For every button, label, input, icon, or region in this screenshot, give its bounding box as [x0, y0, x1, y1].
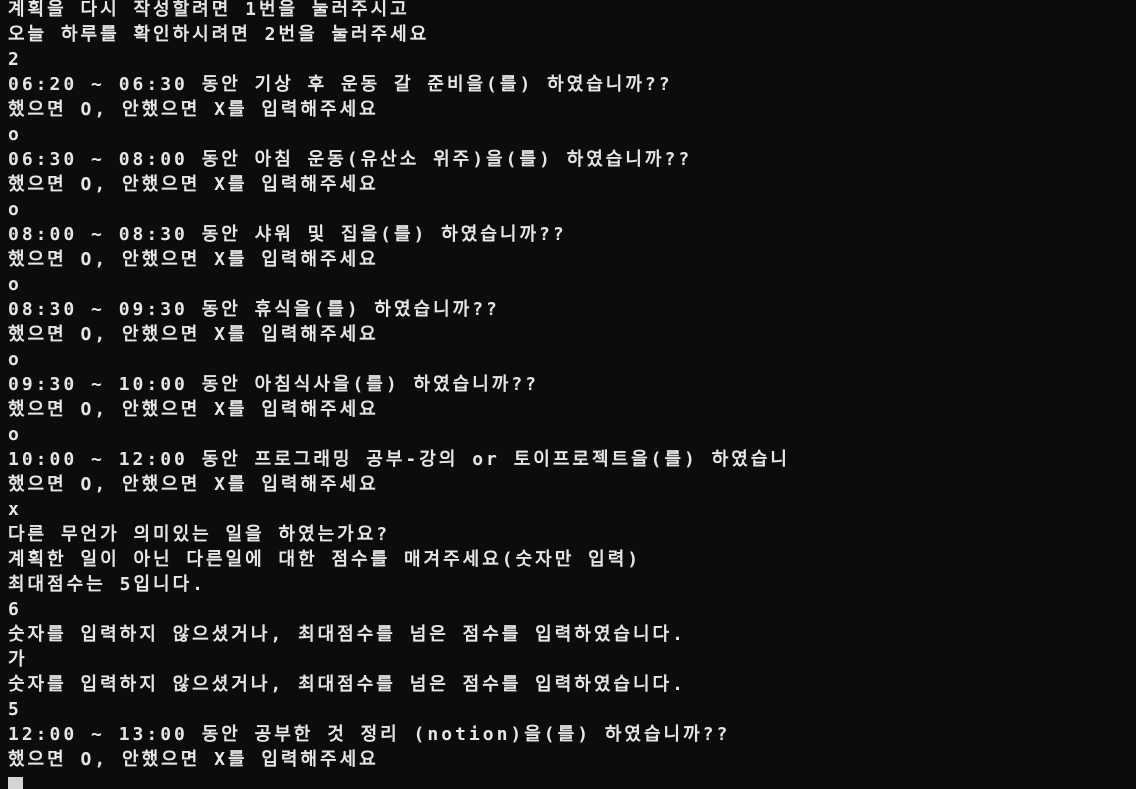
- output-line-question-4: 08:30 ~ 09:30 동안 휴식을(를) 하였습니까??: [8, 299, 500, 320]
- output-line-question-2: 06:30 ~ 08:00 동안 아침 운동(유산소 위주)을(를) 하였습니까…: [8, 149, 693, 170]
- text-cursor: [8, 777, 23, 789]
- input-line-answer-2: o: [8, 199, 22, 220]
- output-line-error-2: 숫자를 입력하지 않으셨거나, 최대점수를 넘은 점수를 입력하였습니다.: [8, 674, 686, 695]
- output-line-max-score: 최대점수는 5입니다.: [8, 574, 206, 595]
- input-line-score-3: 5: [8, 699, 22, 720]
- output-line-prompt-6: 했으면 O, 안했으면 X를 입력해주세요: [8, 474, 379, 495]
- output-line-error-1: 숫자를 입력하지 않으셨거나, 최대점수를 넘은 점수를 입력하였습니다.: [8, 624, 686, 645]
- output-line-prompt-1: 했으면 O, 안했으면 X를 입력해주세요: [8, 99, 379, 120]
- input-line-menu-choice: 2: [8, 49, 22, 70]
- input-line-current[interactable]: [8, 772, 1136, 789]
- input-line-answer-6: x: [8, 499, 22, 520]
- output-line-question-6: 10:00 ~ 12:00 동안 프로그래밍 공부-강의 or 토이프로젝트을(…: [8, 449, 790, 470]
- input-line-answer-5: o: [8, 424, 22, 445]
- input-line-score-1: 6: [8, 599, 22, 620]
- output-line-question-3: 08:00 ~ 08:30 동안 샤워 및 집을(를) 하였습니까??: [8, 224, 567, 245]
- output-line-prompt-4: 했으면 O, 안했으면 X를 입력해주세요: [8, 324, 379, 345]
- terminal-window[interactable]: 계획을 다시 작성할려면 1번을 눌러주시고 오늘 하루를 확인하시려면 2번을…: [0, 0, 1136, 789]
- output-line-prompt-5: 했으면 O, 안했으면 X를 입력해주세요: [8, 399, 379, 420]
- output-line-prompt-2: 했으면 O, 안했으면 X를 입력해주세요: [8, 174, 379, 195]
- input-line-answer-1: o: [8, 124, 22, 145]
- input-line-answer-4: o: [8, 349, 22, 370]
- output-line-question-1: 06:20 ~ 06:30 동안 기상 후 운동 갈 준비을(를) 하였습니까?…: [8, 74, 673, 95]
- input-line-answer-3: o: [8, 274, 22, 295]
- output-line-score-prompt: 계획한 일이 아닌 다른일에 대한 점수를 매겨주세요(숫자만 입력): [8, 549, 642, 570]
- output-line-question-7: 12:00 ~ 13:00 동안 공부한 것 정리 (notion)을(를) 하…: [8, 724, 731, 745]
- output-line-prompt-7: 했으면 O, 안했으면 X를 입력해주세요: [8, 749, 379, 770]
- output-line-prompt-3: 했으면 O, 안했으면 X를 입력해주세요: [8, 249, 379, 270]
- output-line-question-5: 09:30 ~ 10:00 동안 아침식사을(를) 하였습니까??: [8, 374, 540, 395]
- output-line-extra-question: 다른 무언가 의미있는 일을 하였는가요?: [8, 524, 391, 545]
- output-line-menu-1: 계획을 다시 작성할려면 1번을 눌러주시고: [8, 0, 410, 20]
- input-line-score-2: 가: [8, 649, 28, 670]
- output-line-menu-2: 오늘 하루를 확인하시려면 2번을 눌러주세요: [8, 24, 430, 45]
